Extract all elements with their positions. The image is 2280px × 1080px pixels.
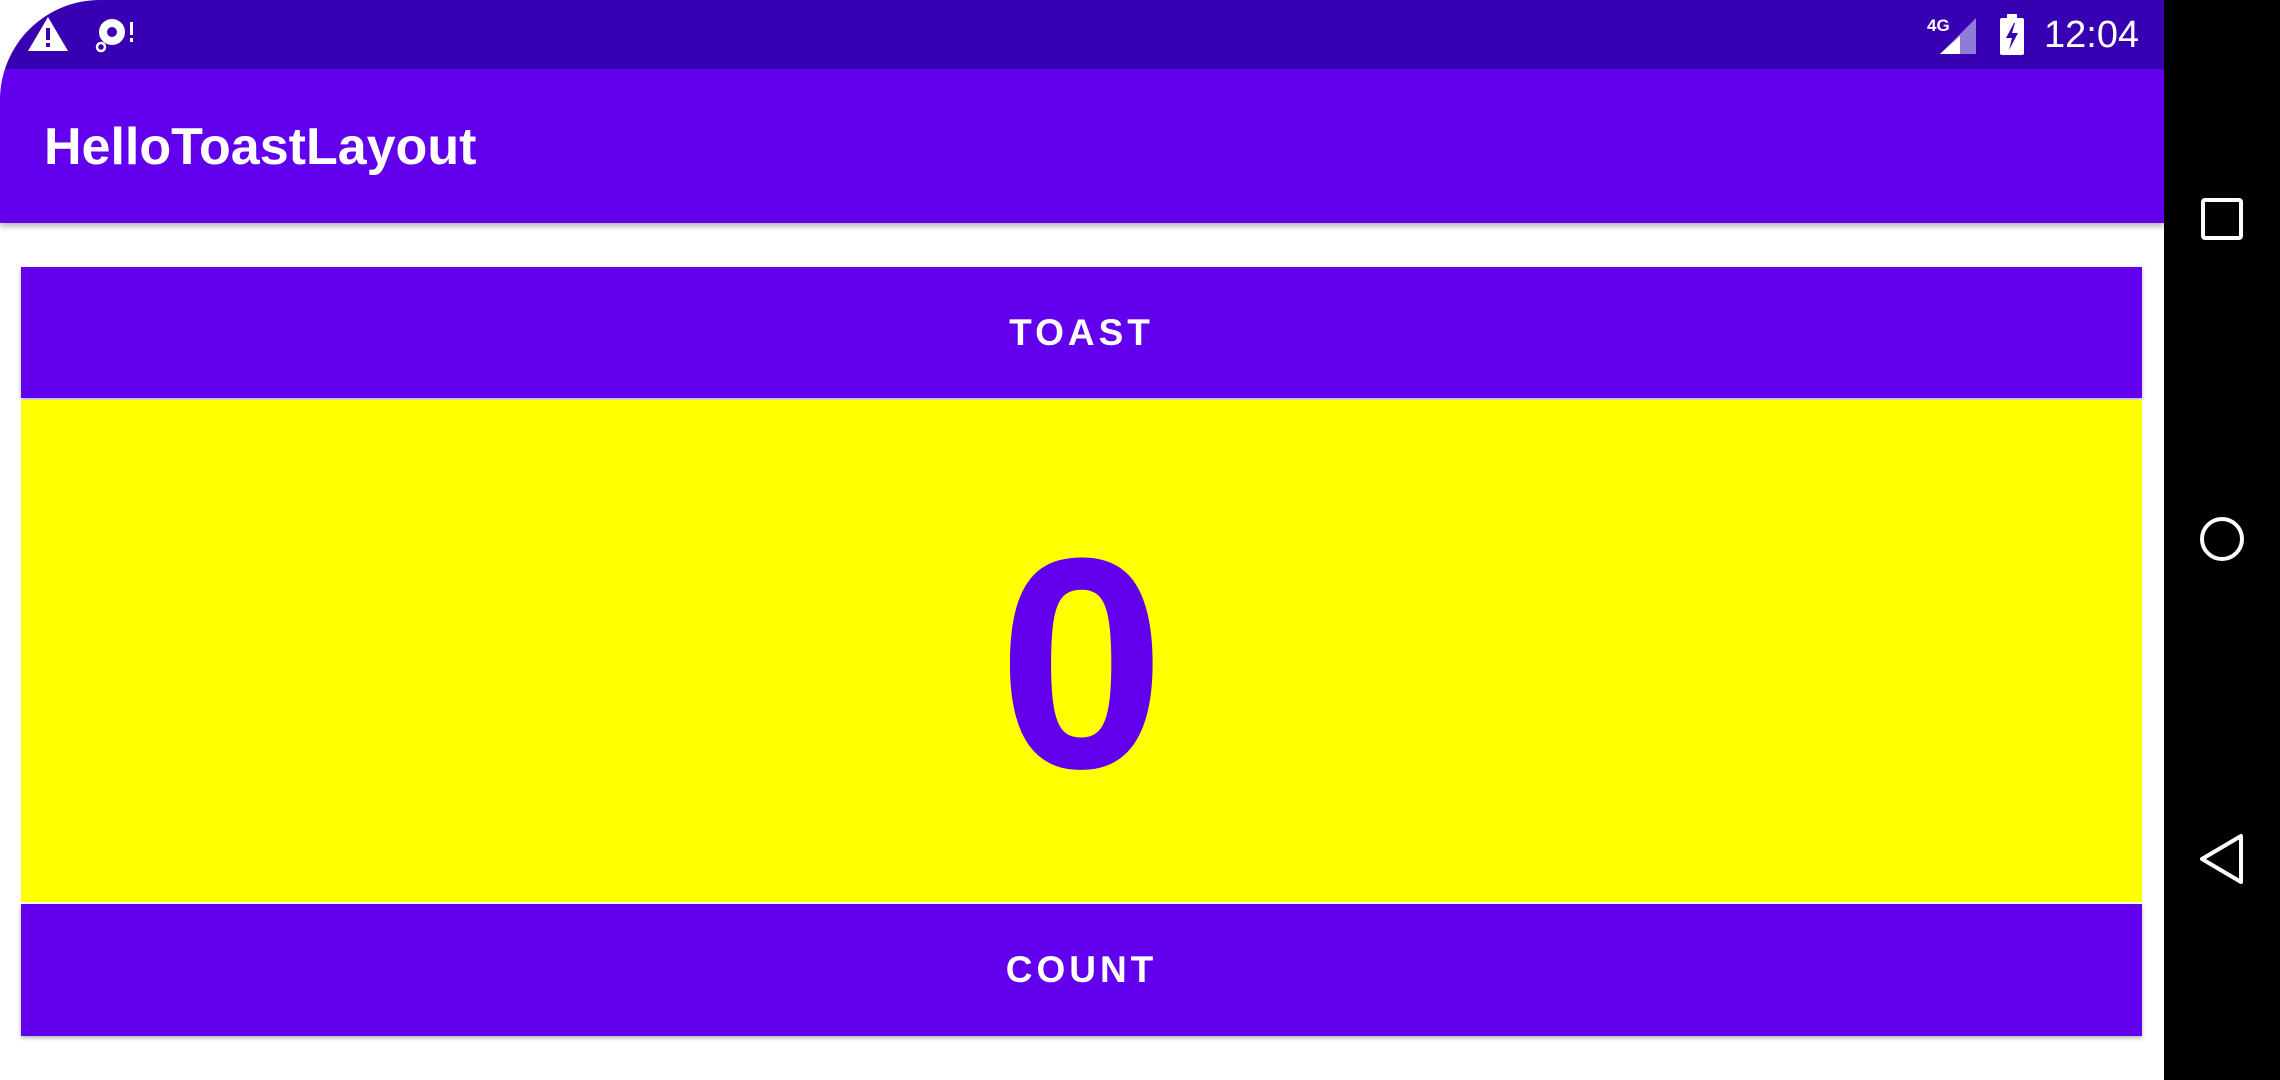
app-bar: HelloToastLayout [0, 69, 2164, 223]
sync-error-icon [94, 15, 138, 58]
phone-screen: 4G 12:04 HelloToastLayout TOAST 0 COUNT [0, 0, 2280, 1080]
battery-charging-icon [1998, 14, 2026, 61]
main-content: TOAST 0 COUNT [0, 223, 2164, 1080]
back-icon[interactable] [2178, 815, 2266, 903]
signal-icon: 4G [1926, 14, 1978, 61]
app-title: HelloToastLayout [44, 118, 477, 176]
toast-button[interactable]: TOAST [21, 267, 2142, 398]
navigation-bar [2164, 0, 2280, 1080]
count-button[interactable]: COUNT [21, 904, 2142, 1036]
status-time: 12:04 [2044, 14, 2140, 56]
svg-text:4G: 4G [1927, 16, 1950, 35]
count-value: 0 [998, 495, 1165, 831]
home-icon[interactable] [2178, 495, 2266, 583]
recents-icon[interactable] [2178, 175, 2266, 263]
warning-icon [26, 15, 70, 58]
status-bar: 4G 12:04 [0, 0, 2164, 69]
count-display: 0 [21, 400, 2142, 902]
